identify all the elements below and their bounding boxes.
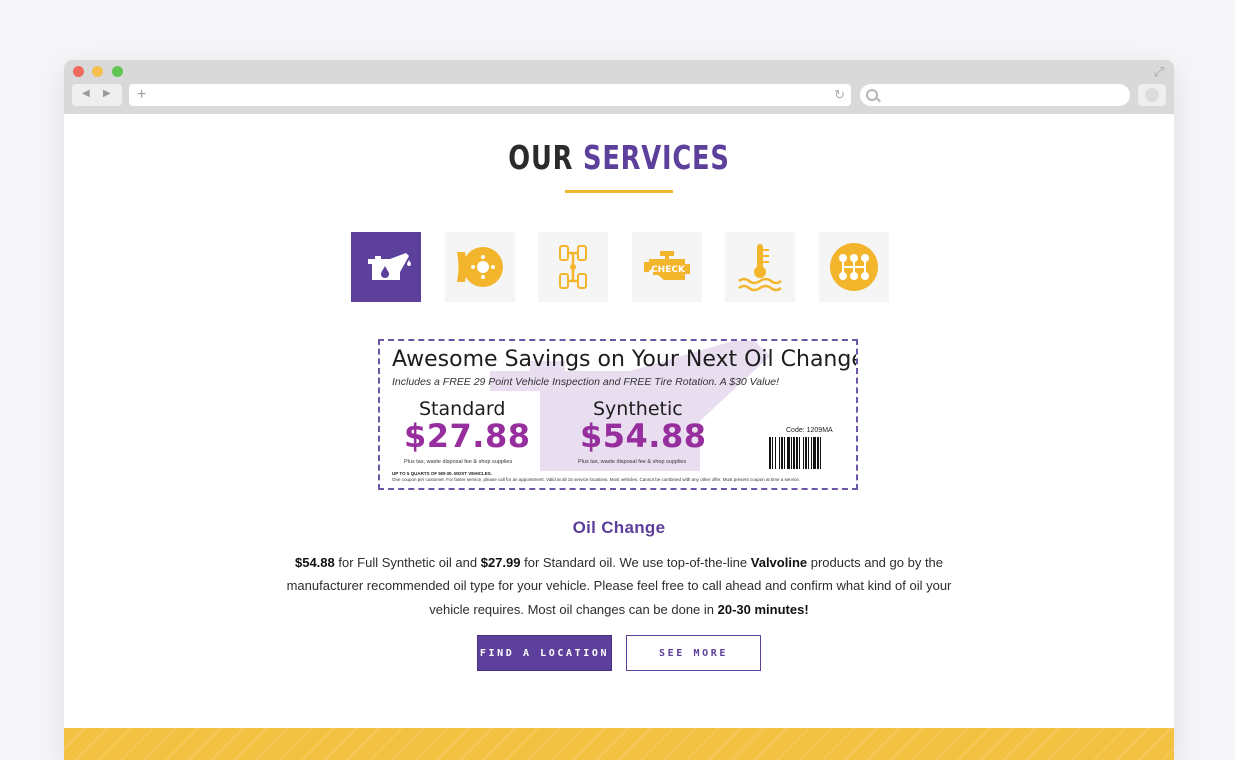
coupon-code: Code: 1209MA	[786, 427, 833, 434]
coupon-legal-text: One coupon per customer. For faster serv…	[392, 477, 801, 482]
service-description: $54.88 for Full Synthetic oil and $27.99…	[286, 555, 952, 617]
forward-icon[interactable]: ▶	[103, 88, 111, 99]
coupon-legal-heading: UP TO 5 QUARTS OF 5W-30. MOST VEHICLES.	[392, 471, 493, 476]
service-name: Oil Change	[572, 518, 666, 537]
check-engine-icon: CHECK	[644, 251, 690, 280]
coupon-headline: Awesome Savings on Your Next Oil Change	[392, 347, 858, 372]
section-title: OUR SERVICES	[186, 138, 1052, 177]
barcode-bar	[813, 437, 816, 469]
barcode-bar	[803, 437, 804, 469]
address-bar[interactable]: + ↻	[129, 84, 851, 106]
expand-icon[interactable]: ⤢	[1152, 65, 1166, 79]
service-tabs: CHECK	[351, 232, 891, 302]
zoom-window-button[interactable]	[112, 66, 123, 77]
barcode-bar	[772, 437, 773, 469]
coupon-subline: Includes a FREE 29 Point Vehicle Inspect…	[392, 376, 780, 388]
barcode-bar	[799, 437, 800, 469]
barcode-bar	[779, 437, 780, 469]
see-more-button[interactable]: SEE MORE	[626, 635, 761, 671]
barcode-bar	[796, 437, 798, 469]
service-tab-brakes[interactable]	[445, 232, 515, 302]
axle-alignment-icon	[559, 245, 587, 289]
barcode-bar	[817, 437, 819, 469]
find-location-button[interactable]: FIND A LOCATION	[477, 635, 612, 671]
service-tab-diagnostics[interactable]: CHECK	[632, 232, 702, 302]
browser-search-input[interactable]	[860, 84, 1130, 106]
minimize-window-button[interactable]	[92, 66, 103, 77]
service-tab-cooling-system[interactable]	[725, 232, 795, 302]
synthetic-price: $54.88	[580, 417, 707, 455]
barcode-icon	[769, 437, 821, 469]
extension-icon	[1145, 88, 1159, 102]
standard-price: $27.88	[404, 417, 531, 455]
section-title-part1: OUR	[508, 138, 574, 177]
barcode-bar	[784, 437, 785, 469]
brake-disc-icon	[457, 247, 503, 287]
svg-text:CHECK: CHECK	[651, 265, 686, 275]
barcode-bar	[769, 437, 771, 469]
barcode-bar	[793, 437, 795, 469]
new-tab-icon[interactable]: +	[137, 86, 146, 104]
barcode-bar	[808, 437, 809, 469]
standard-fine-print: Plus tax, waste disposal fee & shop supp…	[404, 459, 513, 465]
page-content: OUR SERVICES CHECK Awesome Savings on Yo…	[64, 114, 1174, 760]
service-tab-alignment[interactable]	[538, 232, 608, 302]
barcode-bar	[781, 437, 783, 469]
oil-change-coupon: Awesome Savings on Your Next Oil Change …	[378, 339, 858, 490]
title-underline	[565, 190, 673, 193]
synthetic-fine-print: Plus tax, waste disposal fee & shop supp…	[578, 459, 687, 465]
barcode-bar	[805, 437, 807, 469]
barcode-bar	[787, 437, 790, 469]
browser-toolbar: ⤢ ◀ ▶ + ↻	[64, 60, 1174, 114]
coolant-temperature-icon	[738, 244, 782, 292]
barcode-bar	[791, 437, 792, 469]
service-tab-oil-change[interactable]	[351, 232, 421, 302]
barcode-bar	[775, 437, 776, 469]
barcode-bar	[811, 437, 812, 469]
history-nav: ◀ ▶	[72, 84, 122, 106]
section-title-part2: SERVICES	[582, 138, 730, 177]
search-icon	[866, 89, 878, 101]
footer-banner	[64, 728, 1174, 760]
oil-can-icon	[368, 253, 411, 280]
back-icon[interactable]: ◀	[82, 88, 90, 99]
close-window-button[interactable]	[73, 66, 84, 77]
extension-button[interactable]	[1138, 84, 1166, 106]
service-tab-transmission[interactable]	[819, 232, 889, 302]
barcode-bar	[820, 437, 821, 469]
browser-window: ⤢ ◀ ▶ + ↻ OUR SERVICES CHECK Awesome Sav…	[64, 60, 1174, 760]
gear-shift-icon	[830, 243, 878, 291]
reload-icon[interactable]: ↻	[834, 87, 845, 103]
